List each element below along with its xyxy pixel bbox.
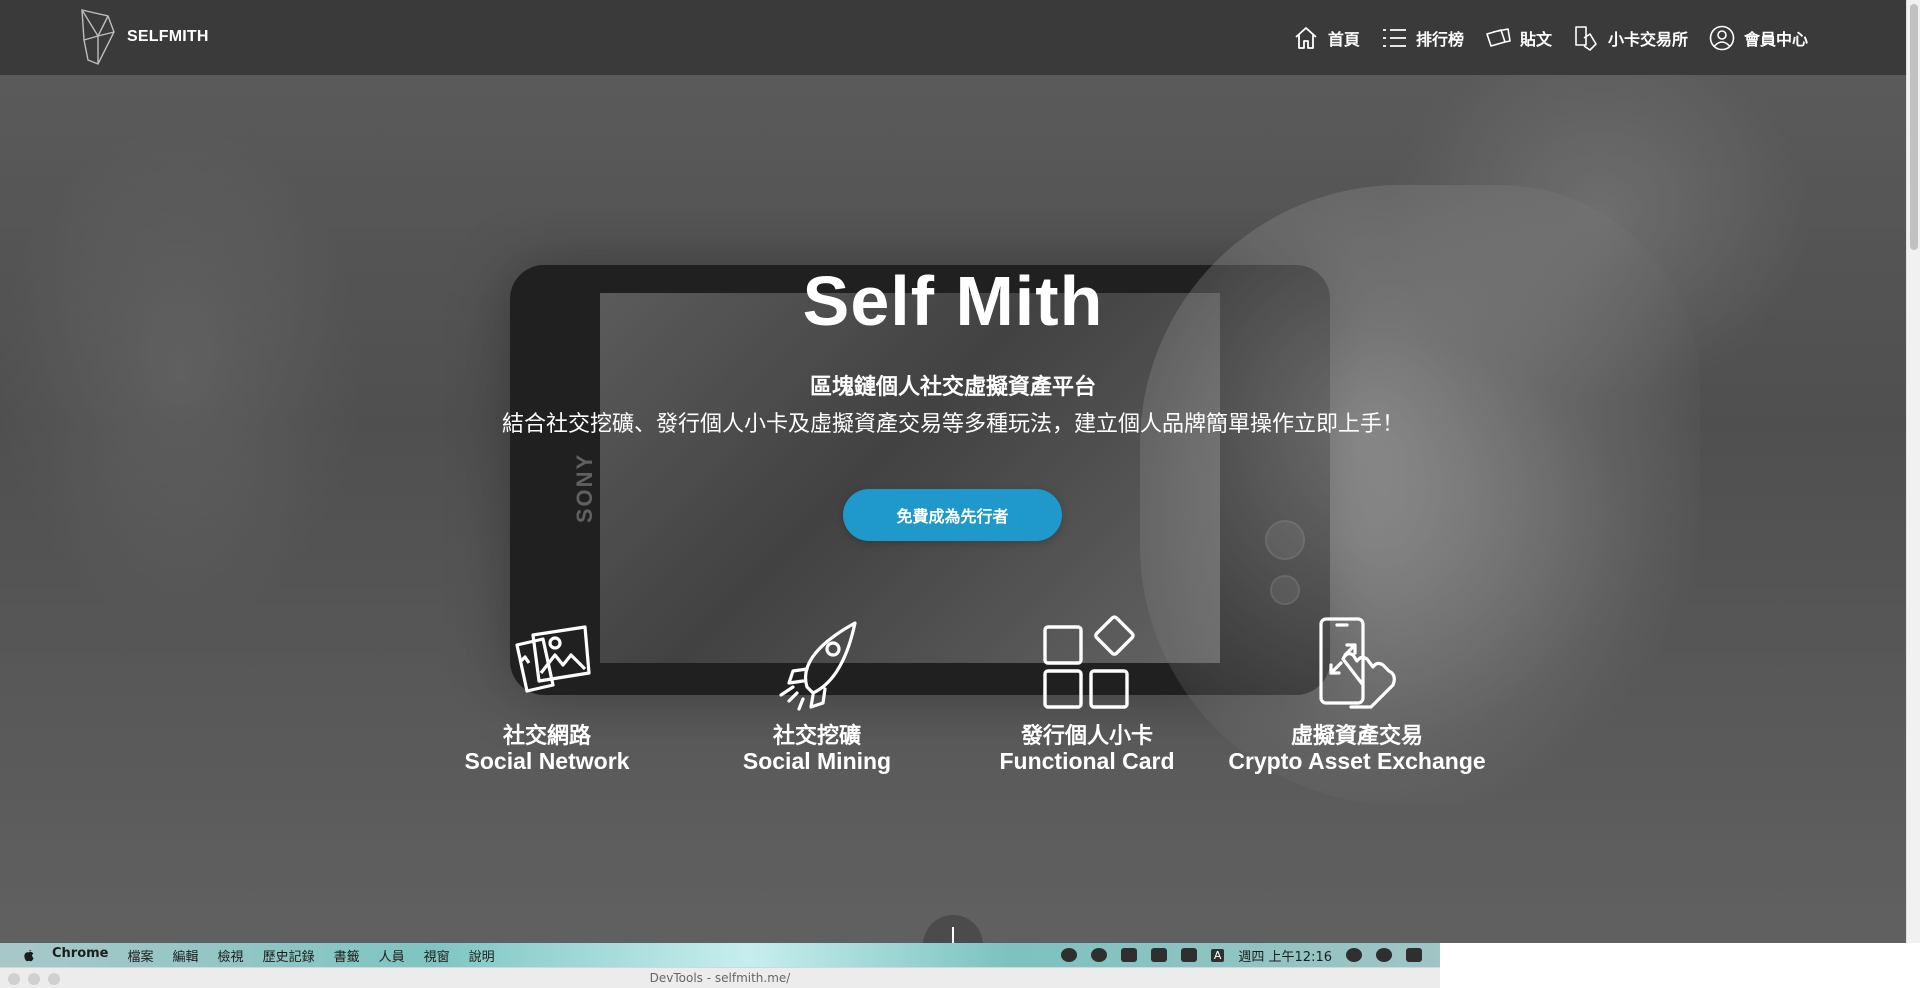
- feature-title-en: Functional Card: [999, 748, 1175, 774]
- os-status-area: A 週四 上午12:16: [1060, 943, 1422, 967]
- os-menu-item[interactable]: 檔案: [128, 946, 154, 965]
- os-menu-item[interactable]: 說明: [469, 946, 495, 965]
- home-icon: [1295, 26, 1317, 49]
- os-menu-item[interactable]: 書籤: [334, 946, 360, 965]
- input-method-indicator[interactable]: A: [1210, 948, 1225, 962]
- nav-item-label: 小卡交易所: [1607, 29, 1688, 49]
- nav-item-home[interactable]: 首頁: [1292, 24, 1360, 52]
- feature-title-en: Crypto Asset Exchange: [1228, 748, 1486, 774]
- brand-name: SELFMITH: [127, 28, 209, 45]
- airplay-icon[interactable]: [1120, 948, 1137, 962]
- os-clock[interactable]: 週四 上午12:16: [1238, 946, 1332, 965]
- top-navigation-bar: SELFMITH 首頁 排行榜 貼文 小卡交易所 會員中心: [0, 0, 1906, 75]
- touch-phone-icon: [1319, 617, 1396, 709]
- os-menu-bar: Chrome 檔案 編輯 檢視 歷史記錄 書籤 人員 視窗 說明 A 週四 上午…: [0, 943, 1440, 967]
- feature-crypto-exchange: 虛擬資產交易 Crypto Asset Exchange: [1227, 615, 1487, 773]
- line-icon[interactable]: [1090, 948, 1107, 962]
- wechat-icon[interactable]: [1060, 948, 1077, 962]
- user-icon: [1709, 25, 1735, 50]
- nav-item-member-center[interactable]: 會員中心: [1708, 24, 1808, 52]
- os-menu-item[interactable]: Chrome: [52, 946, 109, 965]
- nav-item-label: 貼文: [1519, 29, 1552, 49]
- feature-title-en: Social Mining: [742, 748, 892, 774]
- notification-center-icon[interactable]: [1406, 948, 1422, 962]
- photos-icon: [515, 625, 591, 693]
- feature-title-zh: 社交網路: [502, 724, 591, 749]
- hero-title: Self Mith: [802, 262, 1104, 340]
- nav-item-ranking[interactable]: 排行榜: [1380, 24, 1464, 52]
- devtools-window-bar: DevTools - selfmith.me/: [0, 967, 1440, 988]
- nav-item-card-exchange[interactable]: 小卡交易所: [1572, 24, 1688, 52]
- feature-list: 社交網路 Social Network 社交挖礦 Social Mining 發…: [0, 615, 1906, 815]
- os-menu-item[interactable]: 檢視: [218, 946, 244, 965]
- feature-title-zh: 社交挖礦: [772, 724, 861, 749]
- brand-logo[interactable]: SELFMITH: [78, 6, 209, 68]
- nav-item-label: 排行榜: [1415, 29, 1464, 49]
- wifi-icon[interactable]: [1150, 948, 1167, 962]
- os-menu: Chrome 檔案 編輯 檢視 歷史記錄 書籤 人員 視窗 說明: [52, 946, 495, 965]
- devtools-title: DevTools - selfmith.me/: [649, 971, 791, 985]
- rocket-icon: [779, 621, 857, 711]
- nav-item-posts[interactable]: 貼文: [1484, 24, 1552, 52]
- page: SELFMITH 首頁 排行榜 貼文 小卡交易所 會員中心 SONY Self …: [0, 0, 1906, 943]
- selfmith-logo-icon: [81, 9, 115, 65]
- os-menu-item[interactable]: 歷史記錄: [263, 946, 315, 965]
- hero-section: SONY Self Mith 區塊鏈個人社交虛擬資產平台 結合社交挖礦、發行個人…: [0, 75, 1906, 943]
- feature-title-zh: 發行個人小卡: [1020, 724, 1153, 749]
- siri-icon[interactable]: [1376, 948, 1392, 962]
- feature-social-mining: 社交挖礦 Social Mining: [687, 615, 947, 773]
- scrollbar-thumb[interactable]: [1910, 4, 1918, 250]
- main-nav: 首頁 排行榜 貼文 小卡交易所 會員中心: [1292, 0, 1808, 75]
- posts-icon: [1486, 27, 1511, 47]
- feature-title-en: Social Network: [464, 748, 630, 774]
- os-menu-item[interactable]: 編輯: [173, 946, 199, 965]
- battery-icon[interactable]: [1180, 948, 1197, 962]
- nav-item-label: 會員中心: [1743, 29, 1808, 49]
- hero-tagline: 結合社交挖礦、發行個人小卡及虛擬資產交易等多種玩法，建立個人品牌簡單操作立即上手…: [501, 412, 1404, 437]
- become-pioneer-button[interactable]: 免費成為先行者: [843, 489, 1062, 541]
- apps-grid-icon: [1043, 615, 1135, 709]
- os-menu-item[interactable]: 視窗: [424, 946, 450, 965]
- nav-item-label: 首頁: [1327, 29, 1360, 49]
- feature-title-zh: 虛擬資產交易: [1290, 724, 1423, 749]
- ranking-list-icon: [1382, 28, 1406, 47]
- feature-functional-card: 發行個人小卡 Functional Card: [957, 615, 1217, 773]
- os-menu-item[interactable]: 人員: [379, 946, 405, 965]
- hero-subtitle: 區塊鏈個人社交虛擬資產平台: [809, 375, 1096, 400]
- card-exchange-icon: [1575, 25, 1597, 51]
- apple-icon[interactable]: [22, 948, 36, 962]
- feature-social-network: 社交網路 Social Network: [417, 615, 677, 773]
- search-icon[interactable]: [1346, 948, 1362, 962]
- page-scrollbar[interactable]: [1906, 0, 1920, 943]
